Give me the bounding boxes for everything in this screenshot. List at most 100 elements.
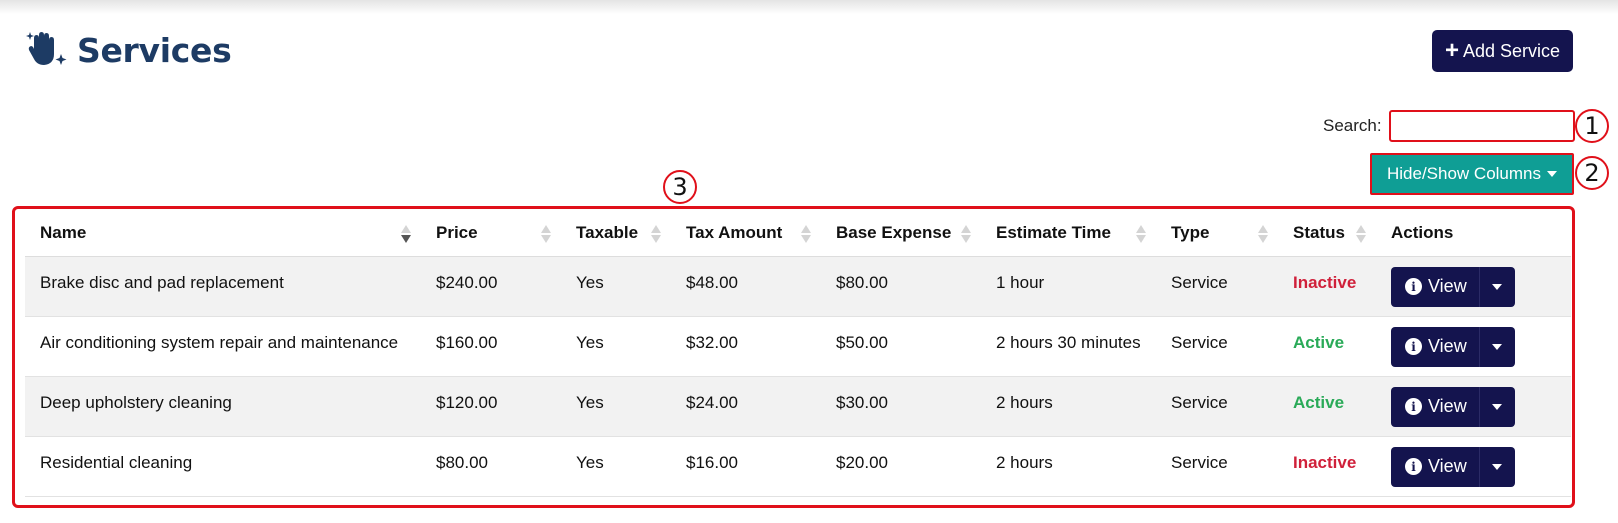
cell-status: Inactive xyxy=(1278,436,1376,497)
cell-taxable: Yes xyxy=(561,256,671,317)
view-button-group: i View xyxy=(1391,266,1515,307)
top-shadow xyxy=(0,0,1618,14)
column-header-label: Tax Amount xyxy=(686,223,783,243)
cell-estimate-time: 2 hours 30 minutes xyxy=(981,316,1156,377)
cell-status: Active xyxy=(1278,376,1376,437)
actions-dropdown-toggle[interactable] xyxy=(1478,386,1515,427)
cell-base-expense: $30.00 xyxy=(821,376,981,437)
view-button[interactable]: i View xyxy=(1391,327,1479,367)
cell-estimate-time: 1 hour xyxy=(981,256,1156,317)
cell-base-expense: $80.00 xyxy=(821,256,981,317)
cell-estimate-time: 2 hours xyxy=(981,436,1156,497)
cell-taxable: Yes xyxy=(561,376,671,437)
page-title: Services xyxy=(77,30,232,70)
sort-desc-icon xyxy=(401,225,411,243)
view-label: View xyxy=(1428,336,1467,356)
column-header-base-expense[interactable]: Base Expense xyxy=(821,211,981,257)
view-label: View xyxy=(1428,396,1467,416)
view-button[interactable]: i View xyxy=(1391,447,1479,487)
column-header-label: Type xyxy=(1171,223,1210,243)
cell-tax-amount: $48.00 xyxy=(671,256,821,317)
info-icon: i xyxy=(1405,338,1422,355)
column-header-taxable[interactable]: Taxable xyxy=(561,211,671,257)
services-table: Name Price Taxable Tax Amount Base Expen… xyxy=(25,211,1571,497)
cell-base-expense: $20.00 xyxy=(821,436,981,497)
caret-down-icon xyxy=(1492,283,1503,290)
cell-price: $240.00 xyxy=(421,256,561,317)
actions-dropdown-toggle[interactable] xyxy=(1478,266,1515,307)
sort-icon xyxy=(1356,225,1366,243)
sort-icon xyxy=(1136,225,1146,243)
column-header-label: Base Expense xyxy=(836,223,952,243)
table-header-row: Name Price Taxable Tax Amount Base Expen… xyxy=(25,211,1571,257)
add-service-label: Add Service xyxy=(1462,40,1561,61)
view-label: View xyxy=(1428,456,1467,476)
actions-dropdown-toggle[interactable] xyxy=(1478,326,1515,367)
view-button-group: i View xyxy=(1391,326,1515,367)
column-header-actions: Actions xyxy=(1376,211,1571,257)
column-header-label: Name xyxy=(40,223,87,243)
column-header-estimate-time[interactable]: Estimate Time xyxy=(981,211,1156,257)
cell-name: Residential cleaning xyxy=(25,436,421,497)
caret-down-icon xyxy=(1547,171,1557,177)
hide-show-columns-button[interactable]: Hide/Show Columns xyxy=(1370,153,1574,195)
info-icon: i xyxy=(1405,398,1422,415)
cell-name: Deep upholstery cleaning xyxy=(25,376,421,437)
cell-estimate-time: 2 hours xyxy=(981,376,1156,437)
info-icon: i xyxy=(1405,458,1422,475)
cell-type: Service xyxy=(1156,256,1278,317)
column-header-name[interactable]: Name xyxy=(25,211,421,257)
search-label: Search: xyxy=(1323,116,1382,135)
callout-2: 2 xyxy=(1575,156,1609,190)
cell-name: Air conditioning system repair and maint… xyxy=(25,316,421,377)
table-row: Air conditioning system repair and maint… xyxy=(25,316,1571,377)
column-header-price[interactable]: Price xyxy=(421,211,561,257)
cell-price: $120.00 xyxy=(421,376,561,437)
add-service-button[interactable]: + Add Service xyxy=(1432,30,1573,72)
cell-actions: i View xyxy=(1376,436,1571,497)
cell-type: Service xyxy=(1156,436,1278,497)
table-row: Brake disc and pad replacement $240.00 Y… xyxy=(25,256,1571,317)
cell-price: $80.00 xyxy=(421,436,561,497)
hide-show-columns-label: Hide/Show Columns xyxy=(1386,164,1541,183)
view-button[interactable]: i View xyxy=(1391,387,1479,427)
column-header-label: Actions xyxy=(1391,223,1454,243)
cell-tax-amount: $32.00 xyxy=(671,316,821,377)
actions-dropdown-toggle[interactable] xyxy=(1478,446,1515,487)
cell-tax-amount: $24.00 xyxy=(671,376,821,437)
caret-down-icon xyxy=(1492,463,1503,470)
search-input[interactable] xyxy=(1389,110,1575,142)
sort-icon xyxy=(1258,225,1268,243)
plus-icon: + xyxy=(1444,37,1459,64)
column-header-label: Price xyxy=(436,223,478,243)
cell-status: Inactive xyxy=(1278,256,1376,317)
sort-icon xyxy=(801,225,811,243)
caret-down-icon xyxy=(1492,343,1503,350)
cell-type: Service xyxy=(1156,376,1278,437)
view-label: View xyxy=(1428,276,1467,296)
view-button-group: i View xyxy=(1391,386,1515,427)
column-header-status[interactable]: Status xyxy=(1278,211,1376,257)
table-row: Deep upholstery cleaning $120.00 Yes $24… xyxy=(25,376,1571,437)
column-header-type[interactable]: Type xyxy=(1156,211,1278,257)
sort-icon xyxy=(541,225,551,243)
cell-tax-amount: $16.00 xyxy=(671,436,821,497)
cell-taxable: Yes xyxy=(561,316,671,377)
cell-name: Brake disc and pad replacement xyxy=(25,256,421,317)
cell-actions: i View xyxy=(1376,316,1571,377)
sort-icon xyxy=(651,225,661,243)
cell-price: $160.00 xyxy=(421,316,561,377)
callout-3: 3 xyxy=(663,170,697,204)
cell-actions: i View xyxy=(1376,256,1571,317)
cell-taxable: Yes xyxy=(561,436,671,497)
view-button[interactable]: i View xyxy=(1391,267,1479,307)
sort-icon xyxy=(961,225,971,243)
cell-base-expense: $50.00 xyxy=(821,316,981,377)
column-header-label: Estimate Time xyxy=(996,223,1111,243)
view-button-group: i View xyxy=(1391,446,1515,487)
page-header: Services xyxy=(25,30,232,70)
hand-sparkle-icon xyxy=(25,30,69,70)
column-header-tax-amount[interactable]: Tax Amount xyxy=(671,211,821,257)
callout-1: 1 xyxy=(1575,109,1609,143)
table-row: Residential cleaning $80.00 Yes $16.00 $… xyxy=(25,436,1571,497)
